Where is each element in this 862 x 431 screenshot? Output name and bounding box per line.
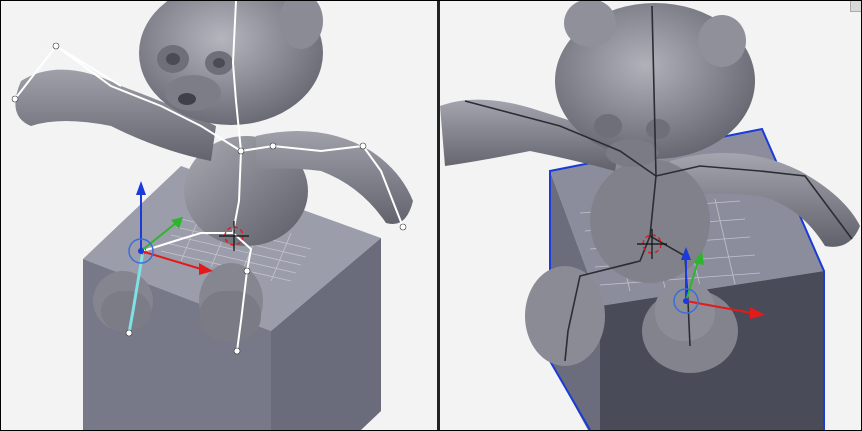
viewport-left[interactable] (1, 1, 437, 430)
viewport-right[interactable] (440, 1, 861, 430)
viewport-left-scene[interactable] (1, 1, 437, 430)
corner-split-widget-icon[interactable] (850, 1, 861, 12)
viewport-right-scene[interactable] (440, 1, 861, 430)
split-viewport-editor (0, 0, 862, 431)
